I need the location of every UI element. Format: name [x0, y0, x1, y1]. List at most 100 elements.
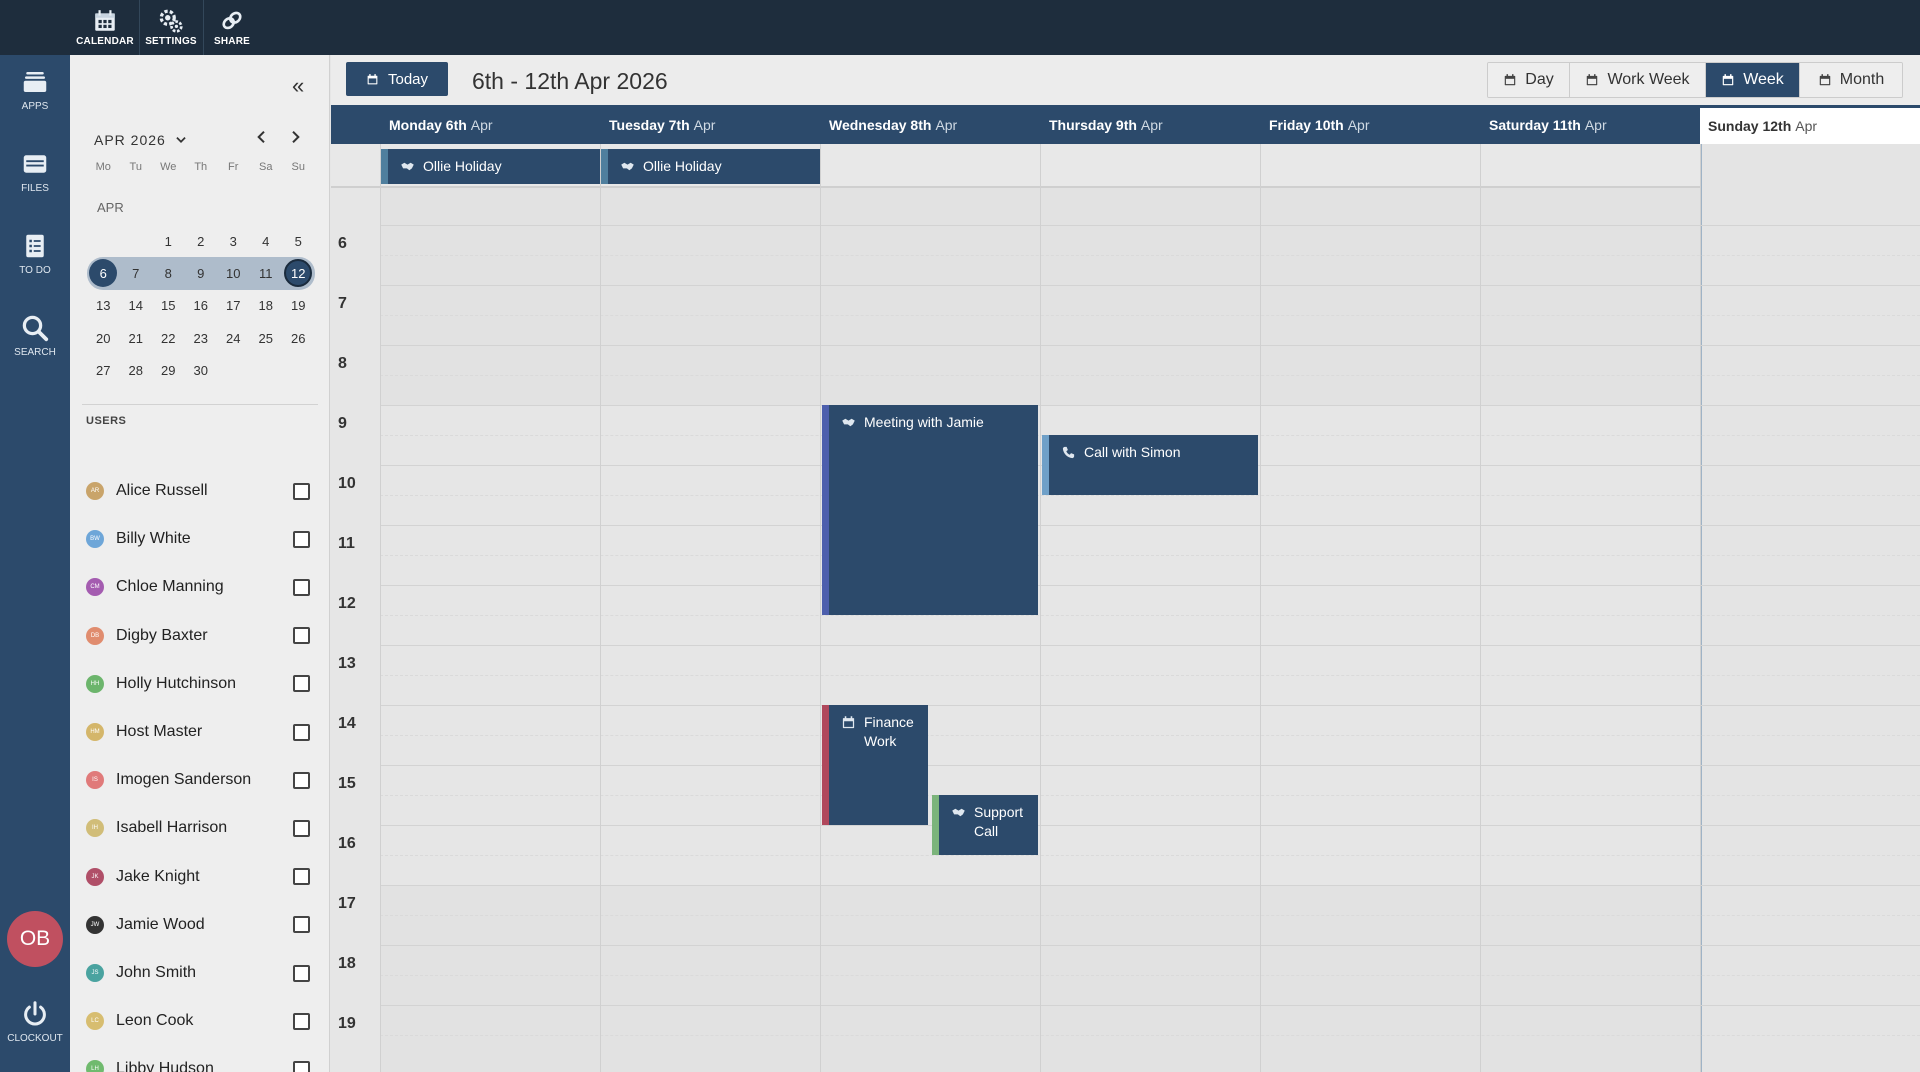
- mini-calendar-day[interactable]: 12: [282, 257, 315, 290]
- mini-calendar-day[interactable]: 29: [152, 354, 185, 386]
- view-month-button[interactable]: Month: [1800, 63, 1902, 97]
- mini-calendar-day[interactable]: 10: [217, 257, 250, 290]
- user-row[interactable]: JK Jake Knight: [86, 862, 316, 892]
- mini-calendar-day[interactable]: 19: [282, 290, 315, 322]
- all-day-event[interactable]: Ollie Holiday: [381, 149, 600, 184]
- day-header[interactable]: Thursday 9th Apr: [1040, 105, 1260, 144]
- today-button[interactable]: Today: [346, 62, 448, 96]
- user-checkbox[interactable]: [293, 530, 310, 548]
- rail-item-todo[interactable]: TO DO: [0, 231, 70, 276]
- all-day-event[interactable]: Ollie Holiday: [601, 149, 820, 184]
- mini-calendar-day[interactable]: 8: [152, 257, 185, 290]
- settings-tool-button[interactable]: SETTINGS: [140, 0, 202, 55]
- clockout-button[interactable]: CLOCKOUT: [0, 999, 70, 1044]
- user-row[interactable]: IH Isabell Harrison: [86, 813, 316, 843]
- day-header[interactable]: Saturday 11th Apr: [1480, 105, 1700, 144]
- mini-calendar-day[interactable]: 13: [87, 290, 120, 322]
- mini-calendar-day[interactable]: 24: [217, 322, 250, 354]
- mini-calendar-day[interactable]: 23: [185, 322, 218, 354]
- rail-item-search[interactable]: SEARCH: [0, 313, 70, 358]
- user-checkbox[interactable]: [293, 675, 310, 693]
- mini-calendar-day[interactable]: 6: [87, 257, 120, 290]
- files-icon: [23, 155, 47, 173]
- day-header[interactable]: Tuesday 7th Apr: [600, 105, 820, 144]
- mini-calendar-day[interactable]: 16: [185, 290, 218, 322]
- mini-calendar-month-picker[interactable]: APR 2026: [94, 132, 188, 148]
- event-support[interactable]: Support Call: [932, 795, 1038, 855]
- share-tool-button[interactable]: SHARE: [204, 0, 260, 55]
- event-meeting[interactable]: Meeting with Jamie: [822, 405, 1038, 615]
- view-week-button[interactable]: Week: [1706, 63, 1800, 97]
- user-row[interactable]: JS John Smith: [86, 958, 316, 988]
- user-avatar-dot: LC: [86, 1012, 104, 1031]
- user-checkbox[interactable]: [293, 1012, 310, 1030]
- user-checkbox[interactable]: [293, 723, 310, 741]
- mini-calendar-day[interactable]: 22: [152, 322, 185, 354]
- user-row[interactable]: CM Chloe Manning: [86, 572, 316, 602]
- mini-calendar-day[interactable]: 17: [217, 290, 250, 322]
- mini-calendar-day[interactable]: 11: [249, 257, 282, 290]
- mini-calendar-day[interactable]: 4: [250, 225, 283, 257]
- day-header[interactable]: Friday 10th Apr: [1260, 105, 1480, 144]
- user-checkbox[interactable]: [293, 964, 310, 982]
- calendar-tool-button[interactable]: CALENDAR: [72, 0, 138, 55]
- user-row[interactable]: LH Libby Hudson: [86, 1054, 316, 1072]
- mini-calendar-day[interactable]: 28: [120, 354, 153, 386]
- user-checkbox[interactable]: [293, 578, 310, 596]
- mini-calendar-day[interactable]: 26: [282, 322, 315, 354]
- user-row[interactable]: BW Billy White: [86, 524, 316, 554]
- user-row[interactable]: HM Host Master: [86, 717, 316, 747]
- mini-calendar-day[interactable]: 15: [152, 290, 185, 322]
- mini-calendar-day[interactable]: 18: [250, 290, 283, 322]
- day-header-month: Apr: [470, 116, 493, 133]
- rail-item-files[interactable]: FILES: [0, 149, 70, 194]
- mini-calendar-day[interactable]: 21: [120, 322, 153, 354]
- day-header[interactable]: Sunday 12th Apr: [1700, 105, 1920, 144]
- user-row[interactable]: AR Alice Russell: [86, 476, 316, 506]
- day-header-month: Apr: [1584, 116, 1607, 133]
- users-title: USERS: [86, 415, 127, 427]
- user-checkbox[interactable]: [293, 771, 310, 789]
- hour-line: [380, 345, 1920, 346]
- user-checkbox[interactable]: [293, 627, 310, 645]
- mini-calendar-prev-button[interactable]: [254, 129, 270, 150]
- rail-item-apps[interactable]: APPS: [0, 67, 70, 112]
- user-row[interactable]: DB Digby Baxter: [86, 621, 316, 651]
- user-checkbox[interactable]: [293, 868, 310, 886]
- mini-calendar-day[interactable]: 3: [217, 225, 250, 257]
- hour-line: [380, 1005, 1920, 1006]
- user-checkbox[interactable]: [293, 1060, 310, 1072]
- day-header-name: Thursday 9th: [1049, 116, 1137, 133]
- view-day-button[interactable]: Day: [1488, 63, 1570, 97]
- mini-calendar-day[interactable]: 5: [282, 225, 315, 257]
- mini-calendar-day[interactable]: 30: [185, 354, 218, 386]
- mini-calendar-day[interactable]: 2: [185, 225, 218, 257]
- top-toolbar: CALENDAR SETTINGS SHARE: [0, 0, 1920, 55]
- user-avatar[interactable]: OB: [7, 911, 63, 967]
- user-row[interactable]: IS Imogen Sanderson: [86, 765, 316, 795]
- user-row[interactable]: HH Holly Hutchinson: [86, 669, 316, 699]
- mini-calendar-day[interactable]: 9: [184, 257, 217, 290]
- user-checkbox[interactable]: [293, 916, 310, 934]
- event-call[interactable]: Call with Simon: [1042, 435, 1258, 495]
- mini-calendar-day[interactable]: 14: [120, 290, 153, 322]
- view-work-week-button[interactable]: Work Week: [1570, 63, 1706, 97]
- half-hour-line: [380, 735, 1920, 736]
- day-header[interactable]: Wednesday 8th Apr: [820, 105, 1040, 144]
- day-header[interactable]: Monday 6th Apr: [380, 105, 600, 144]
- user-row[interactable]: LC Leon Cook: [86, 1006, 316, 1036]
- mini-calendar-day[interactable]: 27: [87, 354, 120, 386]
- event-finance[interactable]: Finance Work: [822, 705, 928, 825]
- mini-calendar-day[interactable]: 20: [87, 322, 120, 354]
- event-title: Call with Simon: [1084, 444, 1181, 460]
- collapse-panel-icon[interactable]: «: [292, 73, 304, 99]
- calendar-icon: [842, 716, 855, 729]
- mini-calendar-day[interactable]: 25: [250, 322, 283, 354]
- user-row[interactable]: JW Jamie Wood: [86, 910, 316, 940]
- mini-calendar-next-button[interactable]: [287, 129, 303, 150]
- user-checkbox[interactable]: [293, 482, 310, 500]
- mini-calendar-day[interactable]: 1: [152, 225, 185, 257]
- user-checkbox[interactable]: [293, 819, 310, 837]
- user-name: Host Master: [116, 723, 203, 740]
- mini-calendar-day[interactable]: 7: [119, 257, 152, 290]
